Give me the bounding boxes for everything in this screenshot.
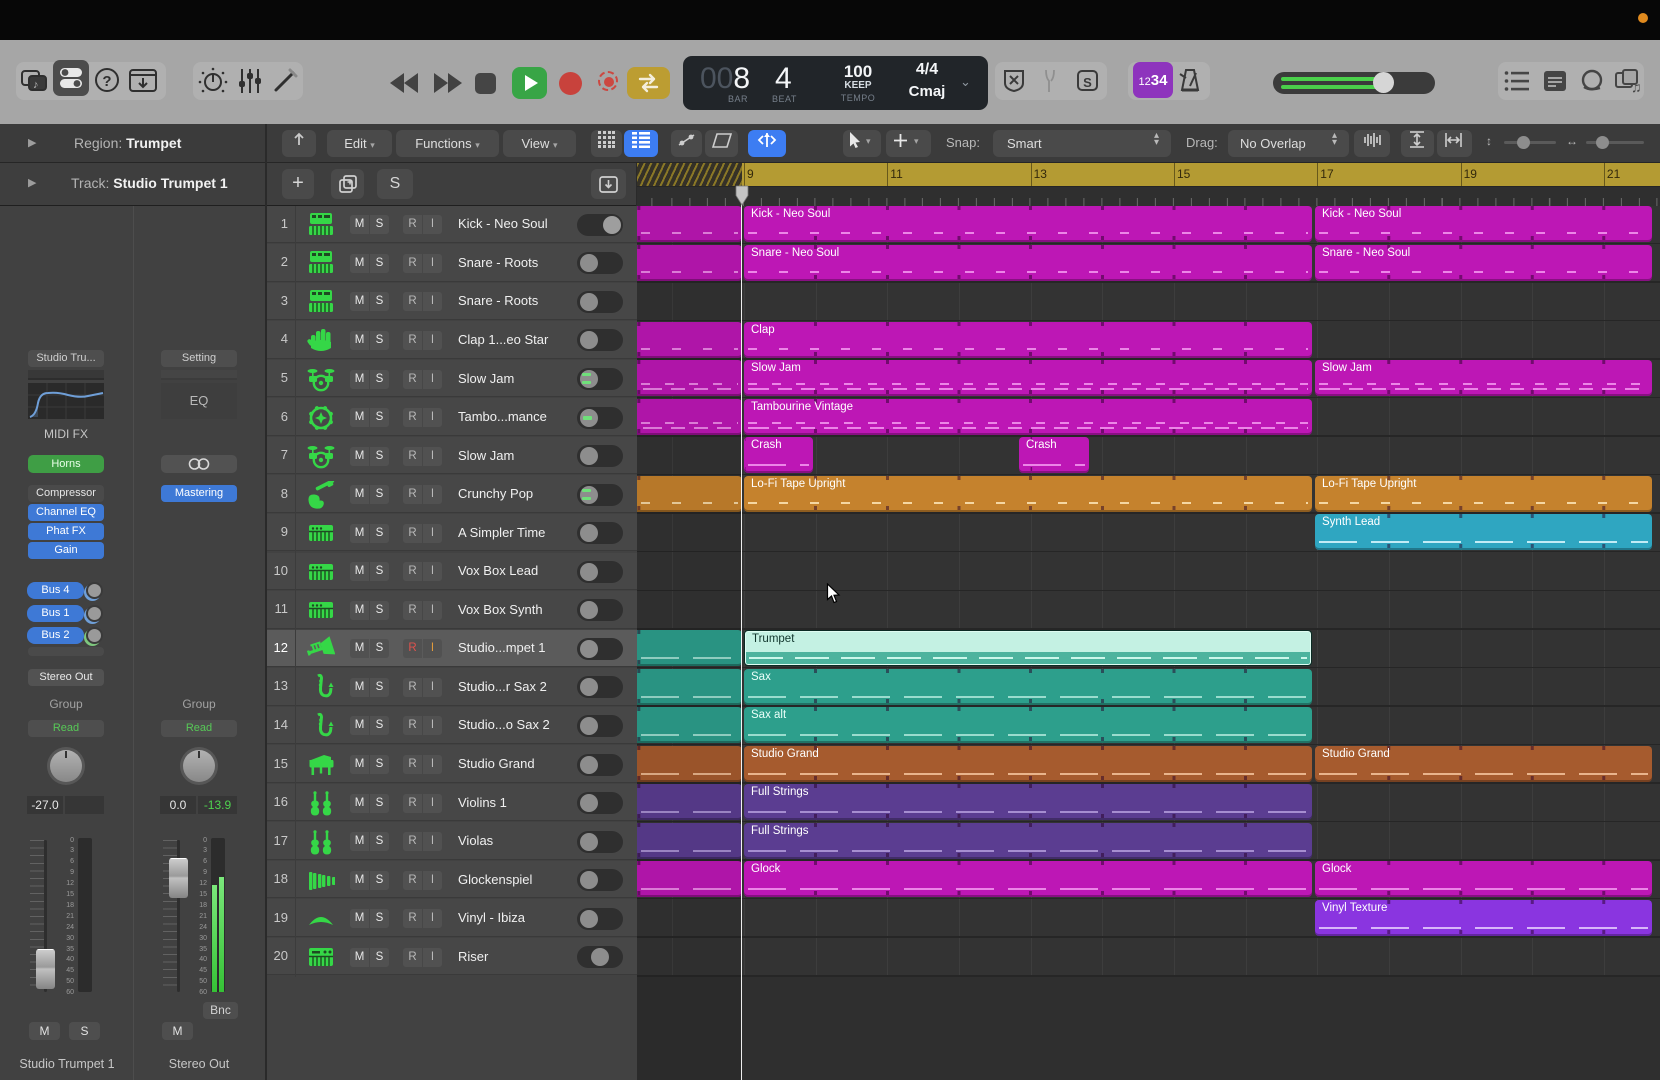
svg-text:♪: ♪ [33, 79, 39, 91]
svg-text:♫: ♫ [1631, 79, 1642, 94]
